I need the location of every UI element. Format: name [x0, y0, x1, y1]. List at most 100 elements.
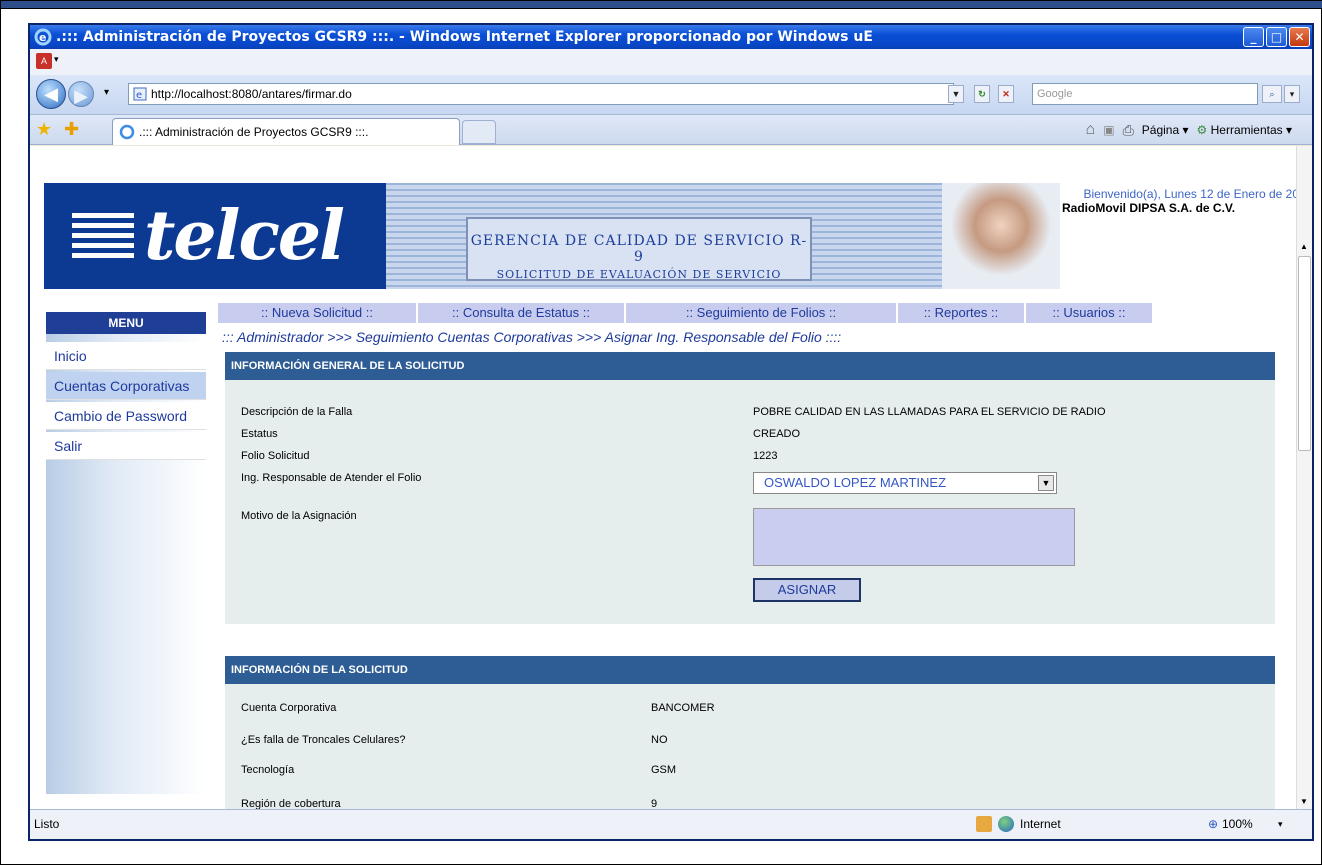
tab-gcsr9[interactable]: .::: Administración de Proyectos GCSR9 :… — [112, 118, 460, 145]
sidebar-item-salir[interactable]: Salir — [46, 432, 206, 460]
screenshot-frame: e .::: Administración de Proyectos GCSR9… — [0, 0, 1322, 865]
logo-lines-icon — [72, 213, 134, 261]
new-tab-button[interactable] — [462, 120, 496, 144]
zoom-icon[interactable]: ⊕ — [1208, 810, 1218, 838]
history-dropdown-icon[interactable]: ▾ — [104, 87, 109, 98]
zoom-level[interactable]: 100% — [1222, 810, 1253, 838]
url-dropdown-button[interactable]: ▼ — [948, 85, 964, 103]
tab-nueva-solicitud[interactable]: :: Nueva Solicitud :: — [218, 303, 416, 323]
gear-icon: ⚙ — [1196, 123, 1208, 137]
home-icon[interactable]: ⌂ — [1086, 121, 1096, 139]
window-title: .::: Administración de Proyectos GCSR9 :… — [56, 29, 873, 45]
print-icon[interactable]: ⎙ — [1123, 122, 1134, 139]
ing-responsable-select[interactable]: OSWALDO LOPEZ MARTINEZ ▼ — [753, 472, 1057, 494]
banner-title-line1: GERENCIA DE CALIDAD DE SERVICIO R-9 — [470, 233, 808, 265]
back-button[interactable]: ◀ — [36, 79, 66, 109]
pdf-icon[interactable]: A — [36, 53, 52, 69]
motivo-label: Motivo de la Asignación — [241, 510, 357, 522]
tabs-row: ★ ✚ .::: Administración de Proyectos GCS… — [30, 115, 1312, 145]
url-input[interactable]: e http://localhost:8080/antares/firmar.d… — [128, 83, 954, 105]
search-button[interactable]: ⌕ — [1262, 85, 1282, 103]
chevron-down-icon[interactable]: ▾ — [54, 54, 59, 65]
page-content: telcel GERENCIA DE CALIDAD DE SERVICIO R… — [30, 146, 1298, 810]
zone-text[interactable]: Internet — [1020, 810, 1061, 838]
banner-title-box: GERENCIA DE CALIDAD DE SERVICIO R-9 SOLI… — [466, 217, 812, 281]
address-bar-row: ◀ ▶ ▾ e http://localhost:8080/antares/fi… — [30, 75, 1312, 115]
page-icon: e — [133, 87, 147, 101]
page-menu-label: Página — [1141, 123, 1180, 137]
add-favorite-icon[interactable]: ✚ — [64, 119, 79, 140]
page-menu[interactable]: Página ▾ — [1142, 123, 1189, 137]
ie-tab-icon — [119, 124, 135, 140]
command-bar: ⌂ ▣ ⎙ Página ▾ ⚙ Herramientas ▾ — [1086, 121, 1292, 139]
motivo-textarea[interactable] — [753, 508, 1075, 566]
scroll-down-icon[interactable]: ▼ — [1300, 797, 1308, 806]
header-banner: telcel GERENCIA DE CALIDAD DE SERVICIO R… — [44, 183, 1298, 289]
status-value: CREADO — [753, 428, 801, 440]
favorites-star-icon[interactable]: ★ — [36, 119, 52, 140]
request-info-panel: INFORMACIÓN DE LA SOLICITUD Cuenta Corpo… — [225, 656, 1275, 810]
sidebar-item-cuentas-corporativas[interactable]: Cuentas Corporativas — [46, 372, 206, 400]
desc-value: POBRE CALIDAD EN LAS LLAMADAS PARA EL SE… — [753, 406, 1106, 418]
stop-button[interactable]: ✕ — [998, 85, 1014, 103]
company-name: RadioMovil DIPSA S.A. de C.V. — [1062, 201, 1236, 215]
close-button[interactable]: ✕ — [1289, 27, 1310, 47]
vertical-scrollbar[interactable]: ▲ ▼ — [1296, 146, 1312, 810]
general-info-header: INFORMACIÓN GENERAL DE LA SOLICITUD — [225, 352, 1275, 380]
cuenta-label: Cuenta Corporativa — [241, 702, 337, 714]
telcel-logo: telcel — [44, 183, 386, 289]
forward-button[interactable]: ▶ — [68, 81, 94, 107]
svg-text:e: e — [136, 90, 142, 101]
url-text: http://localhost:8080/antares/firmar.do — [151, 87, 352, 101]
sidebar-item-cambio-password[interactable]: Cambio de Password — [46, 402, 206, 430]
maximize-button[interactable]: □ — [1266, 27, 1287, 47]
request-info-header: INFORMACIÓN DE LA SOLICITUD — [225, 656, 1275, 684]
breadcrumb: ::: Administrador >>> Seguimiento Cuenta… — [222, 329, 842, 345]
status-label: Estatus — [241, 428, 278, 440]
menu-row: A ▾ — [30, 49, 1312, 75]
assign-button[interactable]: ASIGNAR — [753, 578, 861, 602]
sidebar: MENU Inicio Cuentas Corporativas Cambio … — [46, 312, 206, 794]
welcome-text: Bienvenido(a), Lunes 12 de Enero de 20 — [1083, 187, 1299, 201]
search-input[interactable]: Google — [1032, 83, 1258, 105]
banner-photo — [942, 183, 1060, 289]
tab-label: .::: Administración de Proyectos GCSR9 :… — [139, 125, 369, 139]
ing-label: Ing. Responsable de Atender el Folio — [241, 472, 422, 484]
chevron-down-icon[interactable]: ▼ — [1038, 475, 1054, 491]
status-text: Listo — [34, 817, 60, 831]
status-bar: Listo Internet ⊕ 100% ▾ — [30, 809, 1312, 839]
tools-menu[interactable]: ⚙ Herramientas ▾ — [1197, 123, 1293, 137]
logo-text: telcel — [144, 196, 345, 276]
refresh-button[interactable]: ↻ — [974, 85, 990, 103]
troncales-value: NO — [651, 734, 668, 746]
globe-icon — [998, 816, 1014, 832]
tab-reportes[interactable]: :: Reportes :: — [898, 303, 1024, 323]
tab-consulta-estatus[interactable]: :: Consulta de Estatus :: — [418, 303, 624, 323]
scroll-thumb[interactable] — [1298, 256, 1311, 451]
svg-text:e: e — [39, 31, 46, 44]
tools-menu-label: Herramientas — [1210, 123, 1283, 137]
search-placeholder: Google — [1037, 88, 1073, 100]
sidebar-item-inicio[interactable]: Inicio — [46, 342, 206, 370]
welcome-box: Bienvenido(a), Lunes 12 de Enero de 20 R… — [1060, 183, 1298, 289]
folio-value: 1223 — [753, 450, 778, 462]
browser-window: e .::: Administración de Proyectos GCSR9… — [28, 23, 1314, 841]
cuenta-value: BANCOMER — [651, 702, 715, 714]
shield-icon[interactable] — [976, 816, 992, 832]
search-options-button[interactable]: ▾ — [1284, 85, 1300, 103]
tab-usuarios[interactable]: :: Usuarios :: — [1026, 303, 1152, 323]
folio-label: Folio Solicitud — [241, 450, 310, 462]
ing-select-value: OSWALDO LOPEZ MARTINEZ — [764, 475, 947, 490]
top-strip — [1, 1, 1322, 9]
tab-seguimiento-folios[interactable]: :: Seguimiento de Folios :: — [626, 303, 896, 323]
banner-strip: GERENCIA DE CALIDAD DE SERVICIO R-9 SOLI… — [386, 183, 942, 289]
desc-label: Descripción de la Falla — [241, 406, 353, 418]
ie-icon: e — [34, 28, 52, 46]
minimize-button[interactable]: _ — [1243, 27, 1264, 47]
main-nav: :: Nueva Solicitud :: :: Consulta de Est… — [218, 303, 1298, 325]
zoom-dropdown-icon[interactable]: ▾ — [1278, 810, 1283, 838]
menu-header: MENU — [46, 312, 206, 334]
feeds-icon[interactable]: ▣ — [1103, 123, 1114, 137]
scroll-up-icon[interactable]: ▲ — [1300, 242, 1308, 251]
troncales-label: ¿Es falla de Troncales Celulares? — [241, 734, 406, 746]
